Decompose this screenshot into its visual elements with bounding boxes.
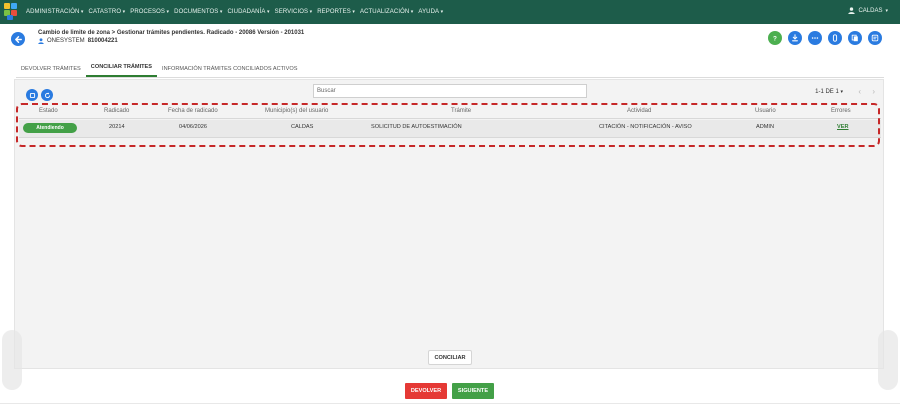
more-button[interactable] xyxy=(808,31,822,45)
highlight-outline xyxy=(16,103,880,147)
menu-ciudadania[interactable]: CIUDADANÍA xyxy=(227,9,269,15)
select-button[interactable] xyxy=(26,89,38,101)
arrow-left-icon xyxy=(14,35,22,43)
refresh-icon xyxy=(44,92,50,98)
download-icon xyxy=(792,34,798,42)
svg-text:?: ? xyxy=(773,35,777,42)
menu-procesos[interactable]: PROCESOS xyxy=(130,9,169,15)
app-logo[interactable] xyxy=(4,3,20,21)
devolver-button[interactable]: DEVOLVER xyxy=(405,383,447,399)
top-navigation-bar: ADMINISTRACIÓN CATASTRO PROCESOS DOCUMEN… xyxy=(0,0,900,24)
system-name: ONESYSTEM xyxy=(47,38,85,44)
siguiente-button[interactable]: SIGUIENTE xyxy=(452,383,494,399)
notes-button[interactable] xyxy=(868,31,882,45)
menu-documentos[interactable]: DOCUMENTOS xyxy=(174,9,222,15)
org-id: 810004221 xyxy=(87,38,118,44)
square-select-icon xyxy=(29,92,35,98)
menu-actualizacion[interactable]: ACTUALIZACIÓN xyxy=(360,9,413,15)
prev-page-icon[interactable]: ‹ xyxy=(858,87,861,96)
help-button[interactable]: ? xyxy=(768,31,782,45)
notes-icon xyxy=(871,34,879,42)
menu-ayuda[interactable]: AYUDA xyxy=(418,9,443,15)
tab-informacion-tramites[interactable]: INFORMACIÓN TRÁMITES CONCILIADOS ACTIVOS xyxy=(157,66,302,77)
header-actions: ? xyxy=(768,31,882,45)
copy-button[interactable] xyxy=(848,31,862,45)
refresh-button[interactable] xyxy=(41,89,53,101)
search-input[interactable]: Buscar xyxy=(313,84,587,98)
pagination-label: 1-1 DE 1 xyxy=(815,89,839,95)
main-menu: ADMINISTRACIÓN CATASTRO PROCESOS DOCUMEN… xyxy=(26,9,448,15)
person-icon xyxy=(38,38,44,44)
menu-catastro[interactable]: CATASTRO xyxy=(89,9,126,15)
background-watermark xyxy=(878,330,898,390)
tab-divider xyxy=(16,77,884,78)
more-icon xyxy=(811,37,819,39)
tab-devolver-tramites[interactable]: DEVOLVER TRÁMITES xyxy=(16,66,86,77)
background-watermark xyxy=(2,330,22,390)
menu-reportes[interactable]: REPORTES xyxy=(317,9,355,15)
back-button[interactable] xyxy=(11,32,25,46)
copy-icon xyxy=(851,34,858,42)
pagination-select[interactable]: 1-1 DE 1 ▾ xyxy=(815,89,843,95)
user-icon xyxy=(848,7,856,14)
next-page-icon[interactable]: › xyxy=(872,87,875,96)
page-title: Cambio de limite de zona > Gestionar trá… xyxy=(38,30,305,36)
conciliar-button[interactable]: CONCILIAR xyxy=(428,350,472,365)
system-info: ONESYSTEM 810004221 xyxy=(38,38,118,44)
tab-bar: DEVOLVER TRÁMITES CONCILIAR TRÁMITES INF… xyxy=(16,59,302,77)
menu-administracion[interactable]: ADMINISTRACIÓN xyxy=(26,9,84,15)
help-icon: ? xyxy=(773,35,777,42)
menu-servicios[interactable]: SERVICIOS xyxy=(275,9,313,15)
footer-divider xyxy=(0,403,900,404)
user-name: CALDAS xyxy=(858,7,883,14)
attachment-icon xyxy=(832,34,838,42)
download-button[interactable] xyxy=(788,31,802,45)
chevron-down-icon: ▾ xyxy=(840,89,843,95)
user-menu[interactable]: CALDAS ▾ xyxy=(848,7,888,14)
tab-conciliar-tramites[interactable]: CONCILIAR TRÁMITES xyxy=(85,64,158,77)
attachment-button[interactable] xyxy=(828,31,842,45)
chevron-down-icon: ▾ xyxy=(885,7,888,14)
